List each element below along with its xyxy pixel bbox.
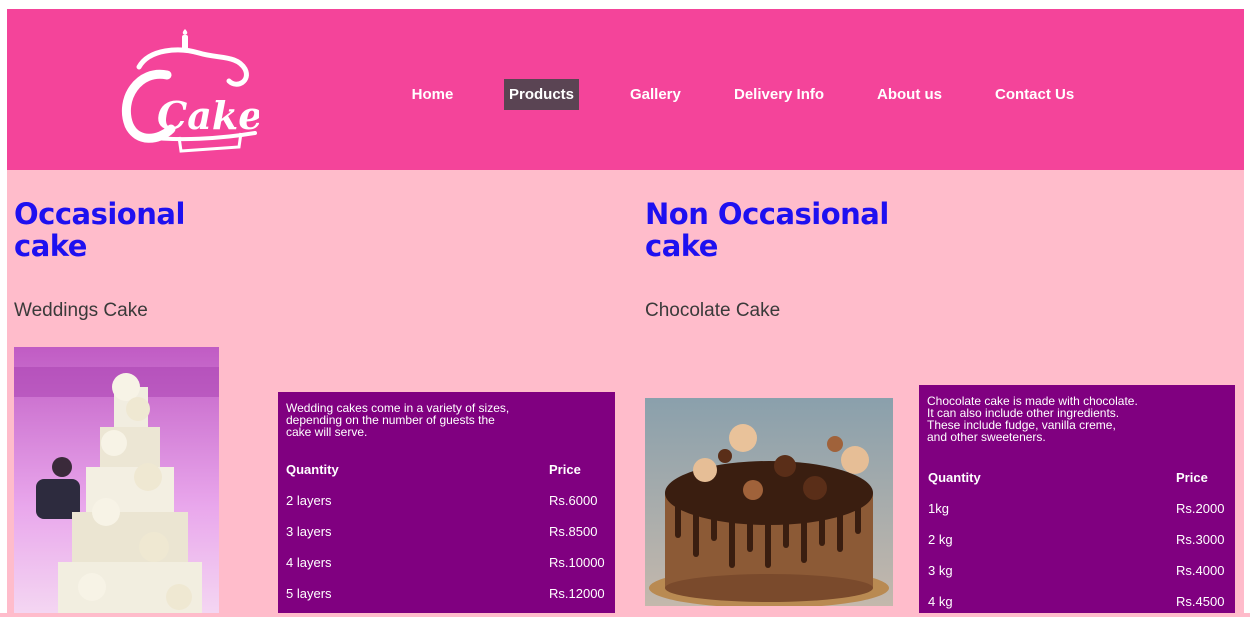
nav-delivery-info[interactable]: Delivery Info: [734, 79, 824, 110]
site-header: Cakes.com Home Products Gallery Delivery…: [7, 9, 1244, 170]
table-header-quantity: Quantity: [928, 470, 981, 485]
quantity-cell: 1kg: [928, 501, 949, 516]
non-occasional-title-line1: Non Occasional: [645, 197, 889, 231]
wedding-cake-panel: Wedding cakes come in a variety of sizes…: [278, 392, 615, 613]
nav-products[interactable]: Products: [504, 79, 580, 110]
quantity-cell: 5 layers: [286, 586, 332, 601]
window-frame-left: [0, 0, 7, 613]
quantity-cell: 2 layers: [286, 493, 332, 508]
window-frame-top: [0, 0, 1250, 9]
logo-text: Cakes.com: [157, 93, 259, 138]
price-cell: Rs.4000: [1176, 563, 1225, 578]
table-row: 2 layers Rs.6000: [286, 485, 608, 516]
price-cell: Rs.10000: [549, 555, 605, 570]
table-row: 1kg Rs.2000: [928, 493, 1228, 524]
nav-home[interactable]: Home: [410, 79, 455, 110]
table-header-quantity: Quantity: [286, 462, 339, 477]
window-frame-right: [1244, 0, 1250, 613]
price-cell: Rs.2000: [1176, 501, 1225, 516]
table-row: 3 layers Rs.8500: [286, 516, 608, 547]
non-occasional-section-title: Non Occasional cake: [645, 198, 905, 262]
quantity-cell: 3 layers: [286, 524, 332, 539]
price-cell: Rs.12000: [549, 586, 605, 601]
table-header-price: Price: [549, 462, 581, 477]
chocolate-cake-panel: Chocolate cake is made with chocolate. I…: [919, 385, 1235, 613]
table-row: 5 layers Rs.12000: [286, 578, 608, 609]
occasional-title-line1: Occasional: [14, 197, 185, 231]
table-row: 2 kg Rs.3000: [928, 524, 1228, 555]
quantity-cell: 3 kg: [928, 563, 953, 578]
occasional-title-line2: cake: [14, 229, 87, 263]
price-cell: Rs.4500: [1176, 594, 1225, 609]
nav-contact-us[interactable]: Contact Us: [995, 79, 1074, 110]
chocolate-price-table: Quantity Price 1kg Rs.2000 2 kg Rs.3000 …: [928, 462, 1228, 617]
occasional-section-title: Occasional cake: [14, 198, 274, 262]
quantity-cell: 4 kg: [928, 594, 953, 609]
wedding-cake-image: [14, 347, 219, 613]
non-occasional-title-line2: cake: [645, 229, 718, 263]
table-row: 4 layers Rs.10000: [286, 547, 608, 578]
table-row: 3 kg Rs.4000: [928, 555, 1228, 586]
price-cell: Rs.6000: [549, 493, 598, 508]
wedding-cake-description: Wedding cakes come in a variety of sizes…: [286, 401, 510, 439]
price-cell: Rs.3000: [1176, 532, 1225, 547]
quantity-cell: 4 layers: [286, 555, 332, 570]
wedding-price-table: Quantity Price 2 layers Rs.6000 3 layers…: [286, 454, 608, 609]
table-header-price: Price: [1176, 470, 1208, 485]
cakes-logo[interactable]: Cakes.com: [109, 29, 259, 154]
chocolate-cake-description: Chocolate cake is made with chocolate. I…: [927, 394, 1138, 444]
price-cell: Rs.8500: [549, 524, 598, 539]
chocolate-cake-image: [645, 398, 893, 606]
quantity-cell: 2 kg: [928, 532, 953, 547]
nav-about-us[interactable]: About us: [877, 79, 942, 110]
nav-gallery[interactable]: Gallery: [630, 79, 681, 110]
chocolate-cake-name: Chocolate Cake: [645, 300, 781, 321]
wedding-cake-name: Weddings Cake: [14, 300, 148, 321]
table-row: 4 kg Rs.4500: [928, 586, 1228, 617]
